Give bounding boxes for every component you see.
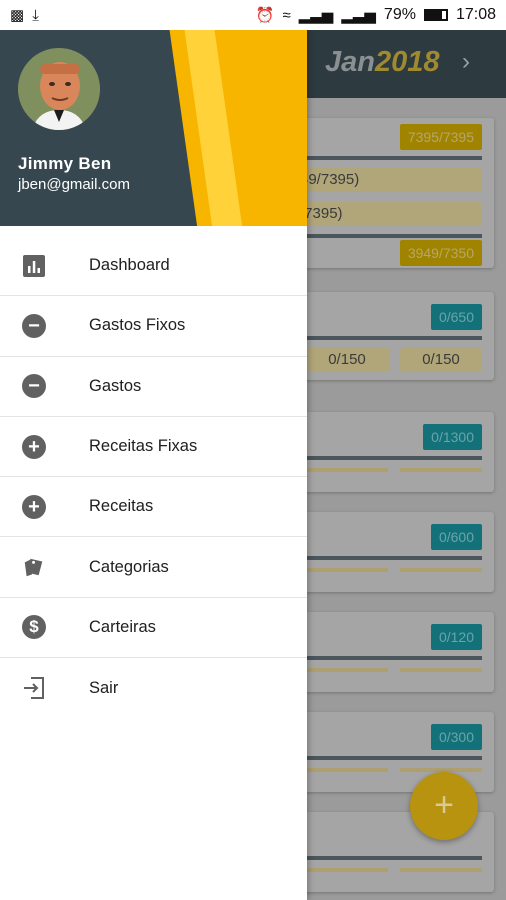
progress-bar [296, 336, 482, 340]
menu-item-gastos-fixos[interactable]: − Gastos Fixos [0, 296, 307, 357]
add-fab-button[interactable]: + [410, 772, 478, 840]
progress-chip: 0/600 [430, 524, 482, 550]
status-left: ▩ ⤓ [10, 8, 39, 23]
drawer-header: Jimmy Ben jben@gmail.com [0, 30, 307, 226]
menu-item-label: Receitas Fixas [89, 437, 198, 456]
drawer-menu: Dashboard − Gastos Fixos − Gastos + Rece… [0, 236, 307, 718]
screen: ▩ ⤓ ⏰ ≈ ▂▃▅ ▂▃▅ 79% 17:08 Jan2018 › 7395… [0, 0, 506, 900]
chevron-right-icon[interactable]: › [462, 48, 470, 76]
thin-bar [400, 868, 482, 872]
menu-item-label: Carteiras [89, 617, 156, 636]
dollar-circle-icon: $ [22, 615, 46, 640]
clock: 17:08 [455, 6, 496, 23]
alarm-icon: ⏰ [255, 6, 275, 24]
navigation-drawer: Jimmy Ben jben@gmail.com Dashboard − Gas… [0, 30, 307, 900]
progress-chip: 0/120 [430, 624, 482, 650]
progress-bar [296, 556, 482, 560]
progress-chip: 0/1300 [423, 424, 482, 450]
menu-item-dashboard[interactable]: Dashboard [0, 236, 307, 297]
logout-icon [22, 676, 46, 700]
progress-bar [296, 234, 482, 238]
menu-item-gastos[interactable]: − Gastos [0, 357, 307, 417]
menu-item-categorias[interactable]: Categorias [0, 537, 307, 598]
user-email: jben@gmail.com [18, 176, 130, 193]
summary-card[interactable]: 0/1300 [296, 412, 494, 492]
battery-icon [423, 9, 448, 21]
month-title: Jan2018 [325, 46, 440, 78]
category-pill: 49/7395) [296, 168, 482, 192]
tag-icon [22, 555, 46, 579]
status-right: ⏰ ≈ ▂▃▅ ▂▃▅ 79% 17:08 [256, 6, 496, 24]
summary-card[interactable]: 7395/7395 49/7395) /7395) 3949/7350 [296, 118, 494, 268]
summary-card[interactable]: 0/120 [296, 612, 494, 692]
progress-chip: 0/300 [430, 724, 482, 750]
menu-item-label: Categorias [89, 557, 169, 576]
thin-bar [304, 768, 388, 772]
progress-chip: 3949/7350 [399, 240, 482, 266]
minus-circle-icon: − [22, 374, 46, 399]
progress-bar [296, 856, 482, 860]
progress-bar [296, 656, 482, 660]
menu-item-receitas-fixas[interactable]: + Receitas Fixas [0, 417, 307, 478]
thin-bar [304, 468, 388, 472]
plus-circle-icon: + [22, 494, 46, 519]
menu-item-label: Dashboard [89, 256, 170, 275]
menu-item-label: Sair [89, 678, 119, 697]
thin-bar [304, 668, 388, 672]
category-pill: /7395) [296, 202, 482, 226]
value-cell: 0/150 [400, 348, 482, 372]
signal-icon: ▂▃▅ [298, 6, 334, 24]
thin-bar [304, 868, 388, 872]
avatar[interactable] [18, 48, 100, 130]
menu-item-receitas[interactable]: + Receitas [0, 477, 307, 538]
menu-item-label: Receitas [89, 497, 154, 516]
menu-item-sair[interactable]: Sair [0, 658, 307, 718]
download-icon: ⤓ [32, 6, 39, 24]
signal-icon: ▂▃▅ [341, 6, 376, 24]
summary-card[interactable]: 0/600 [296, 512, 494, 592]
image-icon: ▩ [10, 6, 25, 24]
progress-chip: 7395/7395 [399, 124, 482, 150]
status-bar: ▩ ⤓ ⏰ ≈ ▂▃▅ ▂▃▅ 79% 17:08 [0, 0, 506, 30]
summary-card[interactable]: 0/650 0/150 0/150 [296, 292, 494, 380]
user-name: Jimmy Ben [18, 154, 112, 173]
value-cell: 0/150 [304, 348, 390, 372]
menu-item-label: Gastos [89, 376, 142, 395]
wifi-icon: ≈ [282, 6, 291, 24]
thin-bar [400, 468, 482, 472]
progress-bar [296, 456, 482, 460]
menu-item-carteiras[interactable]: $ Carteiras [0, 598, 307, 659]
minus-circle-icon: − [22, 313, 46, 338]
battery-percent: 79% [383, 6, 416, 23]
progress-chip: 0/650 [430, 304, 482, 330]
thin-bar [400, 668, 482, 672]
progress-bar [296, 756, 482, 760]
progress-bar [296, 156, 482, 160]
menu-item-label: Gastos Fixos [89, 316, 186, 335]
thin-bar [400, 568, 482, 572]
plus-circle-icon: + [22, 434, 46, 459]
bar-chart-icon [22, 254, 46, 278]
thin-bar [304, 568, 388, 572]
